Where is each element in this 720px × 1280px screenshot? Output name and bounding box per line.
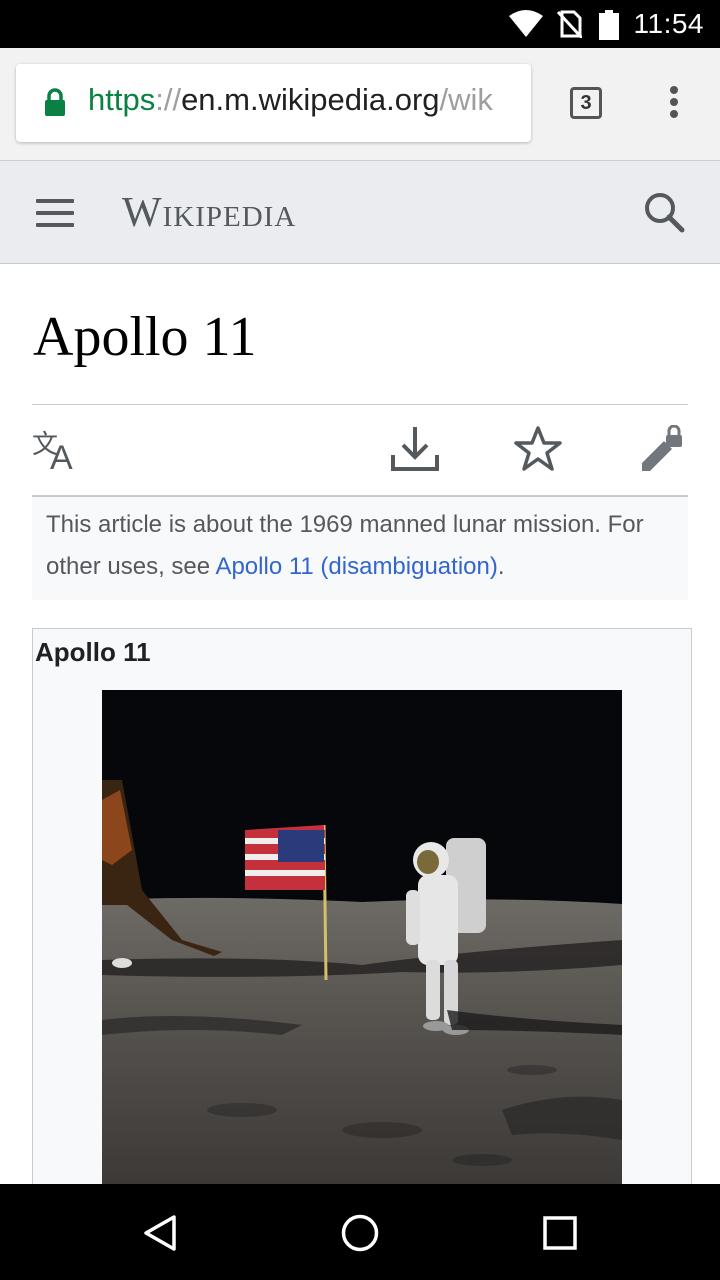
url-text[interactable]: https://en.m.wikipedia.org/wik — [88, 82, 493, 118]
url-scheme: https — [88, 82, 156, 117]
infobox-image[interactable] — [102, 690, 622, 1190]
svg-text:A: A — [50, 439, 73, 471]
infobox-title: Apollo 11 — [35, 637, 151, 667]
tab-switcher-button[interactable]: 3 — [570, 87, 602, 119]
wifi-icon — [509, 10, 543, 37]
search-icon[interactable] — [642, 190, 686, 234]
url-host: en.m.wikipedia.org — [181, 82, 440, 117]
hatnote-end: . — [497, 553, 505, 580]
disambiguation-link[interactable]: Apollo 11 (disambiguation) — [215, 553, 497, 580]
back-icon[interactable] — [142, 1214, 178, 1252]
clock: 11:54 — [633, 8, 704, 39]
url-separator: :// — [155, 82, 182, 117]
page-actions: 文 A — [32, 404, 688, 497]
lock-icon[interactable] — [44, 88, 66, 118]
browser-toolbar: https://en.m.wikipedia.org/wik 3 — [0, 48, 720, 161]
url-path: /wik — [439, 82, 493, 117]
infobox: Apollo 11 — [32, 628, 692, 1190]
recents-icon[interactable] — [542, 1215, 578, 1251]
wiki-header: Wikipedia — [0, 161, 720, 264]
hatnote: This article is about the 1969 manned lu… — [32, 497, 688, 600]
overflow-menu-icon[interactable] — [664, 86, 684, 126]
page-title: Apollo 11 — [33, 306, 257, 368]
url-bar[interactable]: https://en.m.wikipedia.org/wik — [16, 64, 531, 142]
status-bar: 11:54 — [0, 0, 720, 48]
edit-locked-icon[interactable] — [638, 425, 688, 475]
wikipedia-wordmark[interactable]: Wikipedia — [122, 189, 296, 237]
main-menu-icon[interactable] — [36, 199, 74, 227]
download-icon[interactable] — [390, 425, 440, 473]
navigation-bar — [0, 1184, 720, 1280]
language-icon[interactable]: 文 A — [32, 427, 84, 471]
no-sim-icon — [556, 10, 582, 38]
star-icon[interactable] — [513, 425, 563, 473]
battery-icon — [599, 10, 619, 40]
home-icon[interactable] — [340, 1213, 380, 1253]
